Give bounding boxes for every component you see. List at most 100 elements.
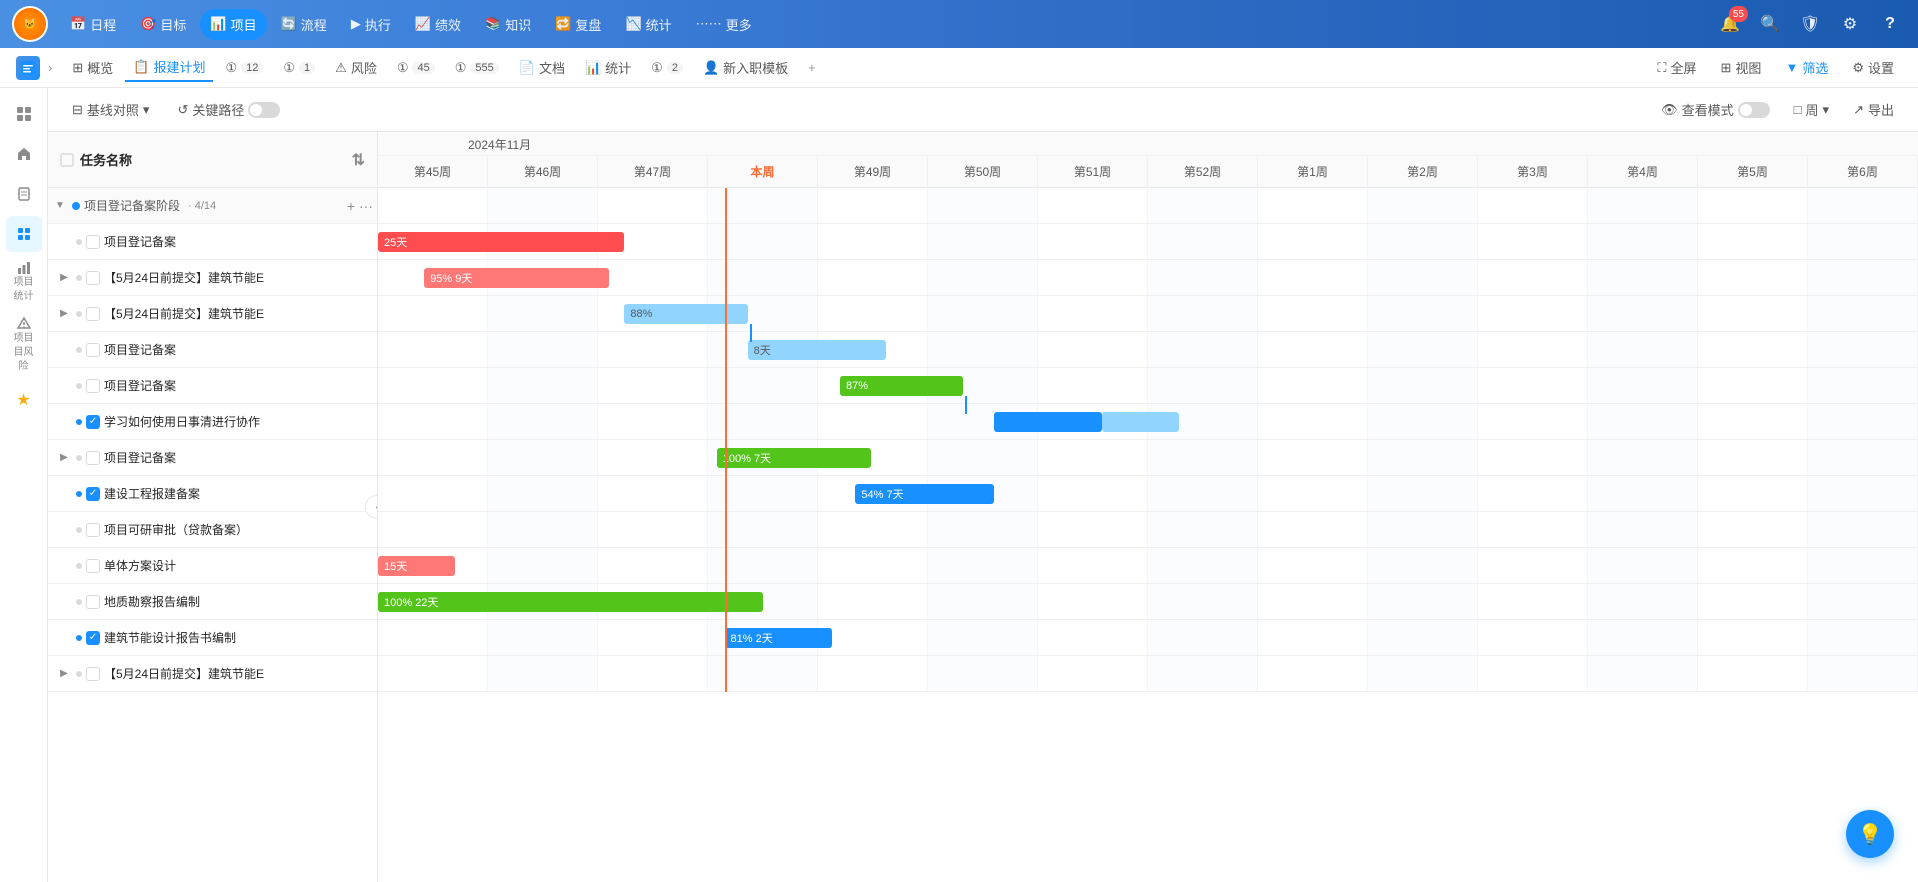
week-cell: 第45周 xyxy=(378,156,488,188)
nav-exec[interactable]: ▶ 执行 xyxy=(341,9,401,40)
gantt-bar[interactable]: 87% xyxy=(840,376,963,396)
task-list-header: 任务名称 ⇅ xyxy=(48,132,377,188)
group-add-button[interactable]: + xyxy=(347,198,355,214)
tab-2[interactable]: ① 2 xyxy=(643,56,691,80)
sidebar-grid-icon[interactable] xyxy=(6,96,42,132)
task-checkbox-2[interactable] xyxy=(86,271,100,285)
nav-stats[interactable]: 📉 统计 xyxy=(615,9,681,40)
task-dot xyxy=(76,419,82,425)
task-row: ▶ 【5月24日前提交】建筑节能E xyxy=(48,260,377,296)
baseline-button[interactable]: ⊟ 基线对照 ▾ xyxy=(64,96,157,123)
nav-more[interactable]: ⋯⋯ 更多 xyxy=(686,9,762,40)
notification-button[interactable]: 🔔 55 xyxy=(1714,8,1746,40)
tab-onboard[interactable]: 👤 新入职模板 xyxy=(695,54,796,81)
gantt-bar[interactable]: 100% 22天 xyxy=(378,592,763,612)
gantt-bar[interactable] xyxy=(994,412,1102,432)
task-checkbox-5[interactable] xyxy=(86,379,100,393)
tab-12[interactable]: ① 12 xyxy=(217,56,271,80)
task-checkbox-4[interactable] xyxy=(86,343,100,357)
gantt-bar[interactable]: 95% 9天 xyxy=(424,268,609,288)
week-cell: 第1周 xyxy=(1258,156,1368,188)
sort-icon[interactable]: ⇅ xyxy=(352,150,365,170)
gantt-bar[interactable]: 88% xyxy=(624,304,747,324)
sidebar-home-icon[interactable] xyxy=(6,136,42,172)
gantt-bar[interactable]: 54% 7天 xyxy=(855,484,994,504)
nav-schedule[interactable]: 📅 日程 xyxy=(60,9,126,40)
gantt-chart[interactable]: 2024年11月 第45周第46周第47周本周第49周第50周第51周第52周第… xyxy=(378,132,1918,882)
settings-button[interactable]: ⚙ xyxy=(1834,8,1866,40)
add-tab-button[interactable]: + xyxy=(800,56,824,79)
task-checkbox-13[interactable] xyxy=(86,667,100,681)
fullscreen-button[interactable]: ⛶ 全屏 xyxy=(1649,54,1704,81)
expand-btn[interactable]: ▶ xyxy=(56,666,72,682)
gantt-bar[interactable]: 15天 xyxy=(378,556,455,576)
tab1-icon: ① xyxy=(283,60,295,76)
tab-report-plan[interactable]: 📋 报建计划 xyxy=(125,53,213,82)
tab-docs[interactable]: 📄 文档 xyxy=(511,54,573,81)
view-mode-toggle[interactable] xyxy=(1738,102,1770,118)
overview-icon: ⊞ xyxy=(72,60,83,76)
sidebar-project-risk[interactable]: 项目 目风 险 xyxy=(6,312,42,378)
tab-overview[interactable]: ⊞ 概览 xyxy=(64,54,121,81)
export-button[interactable]: ↗ 导出 xyxy=(1845,96,1902,123)
tab-1[interactable]: ① 1 xyxy=(275,56,323,80)
nav-goal[interactable]: 🎯 目标 xyxy=(130,9,196,40)
gantt-bar-secondary[interactable] xyxy=(1102,412,1179,432)
help-button[interactable]: ? xyxy=(1874,8,1906,40)
group-expand-btn[interactable]: ▼ xyxy=(52,198,68,214)
gantt-cell xyxy=(488,296,598,331)
task-checkbox-7[interactable] xyxy=(86,451,100,465)
gantt-toolbar: ⊟ 基线对照 ▾ ↺ 关键路径 👁 查看模式 □ 周 ▾ xyxy=(48,88,1918,132)
gantt-month-row: 2024年11月 xyxy=(378,132,1918,156)
sidebar-project-stats[interactable]: 项目 统计 xyxy=(6,256,42,308)
task-row: 项目登记备案 xyxy=(48,332,377,368)
task-checkbox-8[interactable]: ✓ xyxy=(86,487,100,501)
expand-btn[interactable]: ▶ xyxy=(56,450,72,466)
tab-555[interactable]: ① 555 xyxy=(447,56,507,80)
sidebar-star-icon[interactable]: ★ xyxy=(6,382,42,418)
week-selector[interactable]: □ 周 ▾ xyxy=(1786,96,1837,123)
gantt-bar[interactable]: 8天 xyxy=(748,340,887,360)
gantt-bar[interactable]: 100% 7天 xyxy=(717,448,871,468)
gantt-row xyxy=(378,656,1918,692)
fab-button[interactable]: 💡 xyxy=(1846,810,1894,858)
gantt-cell xyxy=(818,620,928,655)
critical-path-toggle[interactable] xyxy=(248,102,280,118)
shield-button[interactable]: 🛡 xyxy=(1794,8,1826,40)
nav-flow[interactable]: 🔄 流程 xyxy=(271,9,337,40)
tab-statistics[interactable]: 📊 统计 xyxy=(577,54,639,81)
expand-btn[interactable]: ▶ xyxy=(56,270,72,286)
stats-icon: 📉 xyxy=(625,16,641,32)
gantt-cell xyxy=(1368,368,1478,403)
task-checkbox-12[interactable]: ✓ xyxy=(86,631,100,645)
sidebar-doc-icon[interactable] xyxy=(6,176,42,212)
task-checkbox-9[interactable] xyxy=(86,523,100,537)
task-checkbox-6[interactable]: ✓ xyxy=(86,415,100,429)
nav-performance[interactable]: 📈 绩效 xyxy=(405,9,471,40)
nav-review[interactable]: 🔁 复盘 xyxy=(545,9,611,40)
search-button[interactable]: 🔍 xyxy=(1754,8,1786,40)
gantt-bar[interactable]: 25天 xyxy=(378,232,624,252)
tab-risk[interactable]: ⚠ 风险 xyxy=(327,54,385,81)
gantt-cell xyxy=(1478,512,1588,547)
task-checkbox-10[interactable] xyxy=(86,559,100,573)
task-checkbox-3[interactable] xyxy=(86,307,100,321)
task-checkbox-1[interactable] xyxy=(86,235,100,249)
gantt-bar[interactable]: 81% 2天 xyxy=(725,628,833,648)
view-button[interactable]: ⊞ 视图 xyxy=(1713,54,1770,81)
task-checkbox-11[interactable] xyxy=(86,595,100,609)
nav-project[interactable]: 📊 项目 xyxy=(200,9,266,40)
filter-button[interactable]: ▼ 筛选 xyxy=(1777,54,1836,81)
app-logo[interactable]: 🐱 xyxy=(12,6,48,42)
view-mode-button[interactable]: 👁 查看模式 xyxy=(1653,96,1778,123)
fab-icon: 💡 xyxy=(1858,822,1883,847)
settings2-button[interactable]: ⚙ 设置 xyxy=(1844,54,1902,81)
sidebar-project-icon[interactable] xyxy=(6,216,42,252)
baseline-chevron: ▾ xyxy=(143,102,150,118)
critical-path-button[interactable]: ↺ 关键路径 xyxy=(169,96,288,123)
tab-45[interactable]: ① 45 xyxy=(389,56,443,80)
group-more-button[interactable]: ··· xyxy=(359,198,373,214)
gantt-cell xyxy=(1478,404,1588,439)
nav-knowledge[interactable]: 📚 知识 xyxy=(475,9,541,40)
expand-btn[interactable]: ▶ xyxy=(56,306,72,322)
